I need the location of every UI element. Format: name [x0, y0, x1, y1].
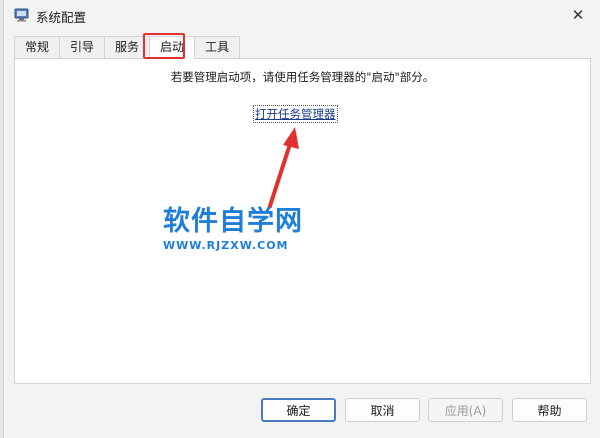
- window-title: 系统配置: [36, 10, 87, 25]
- help-button[interactable]: 帮助: [512, 398, 587, 422]
- watermark-title: 软件自学网: [163, 206, 303, 237]
- startup-tab-highlight-box: [143, 33, 185, 59]
- system-configuration-window: 系统配置 ✕ 常规 引导 服务 启动 工具 若要管理启动项，请使用任务管理器的"…: [3, 0, 600, 438]
- watermark-url: WWW.RJZXW.COM: [163, 239, 289, 252]
- title-bar: 系统配置 ✕: [4, 0, 600, 32]
- ok-button[interactable]: 确定: [261, 398, 336, 422]
- close-icon: ✕: [571, 6, 585, 24]
- close-button[interactable]: ✕: [563, 2, 593, 28]
- startup-tab-panel: 若要管理启动项，请使用任务管理器的"启动"部分。 打开任务管理器 软件自学网 W…: [14, 58, 591, 384]
- msconfig-app-icon: [14, 8, 29, 22]
- startup-instruction-text: 若要管理启动项，请使用任务管理器的"启动"部分。: [170, 70, 435, 84]
- tab-strip: 常规 引导 服务 启动 工具: [14, 36, 241, 59]
- apply-button[interactable]: 应用(A): [428, 398, 503, 422]
- watermark: 软件自学网 WWW.RJZXW.COM: [163, 199, 313, 252]
- tab-boot[interactable]: 引导: [59, 36, 106, 58]
- cancel-button[interactable]: 取消: [345, 398, 420, 422]
- tab-general[interactable]: 常规: [14, 36, 61, 58]
- open-task-manager-link[interactable]: 打开任务管理器: [253, 105, 338, 123]
- tab-tools[interactable]: 工具: [194, 36, 241, 58]
